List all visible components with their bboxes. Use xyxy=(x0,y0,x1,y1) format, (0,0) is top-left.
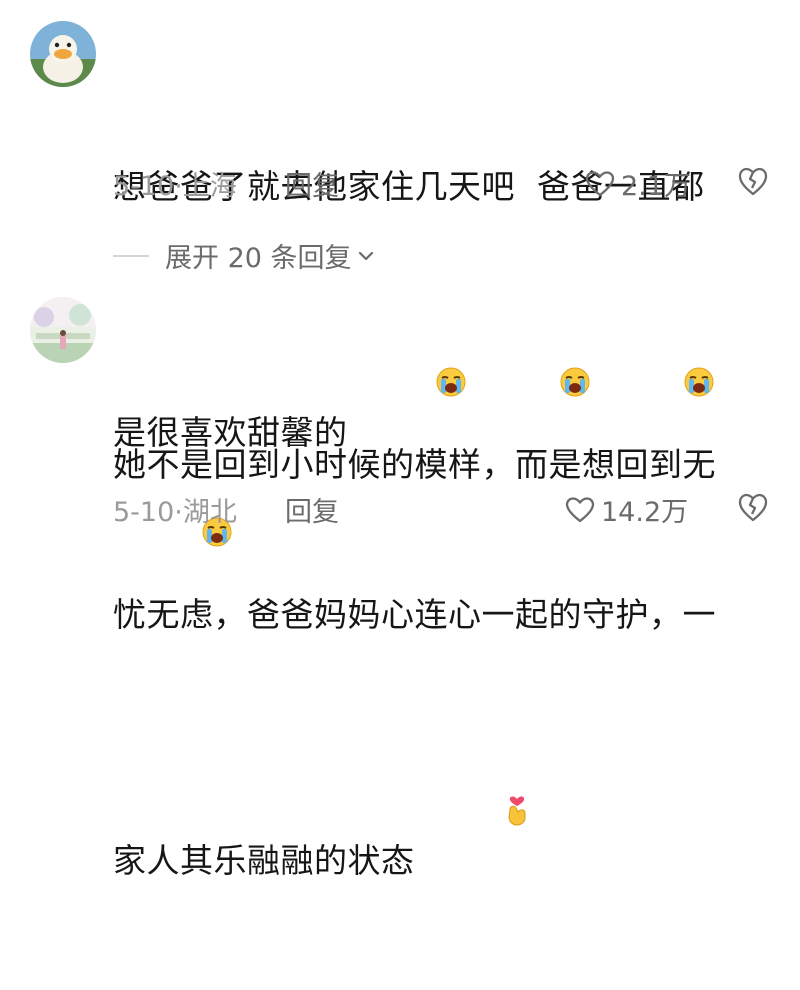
reply-button[interactable]: 回复 xyxy=(285,164,339,203)
comment-location: 湖北 xyxy=(182,497,237,528)
comment-text: 她不是回到小时候的模样，而是想回到无 忧无虑，爸爸妈妈心连心一起的守护，一 家人… xyxy=(113,340,773,990)
comment-item: 她不是回到小时候的模样，而是想回到无 忧无虑，爸爸妈妈心连心一起的守护，一 家人… xyxy=(0,290,800,880)
comment-meta: 5-10·上海 xyxy=(113,164,237,203)
like-count: 2.1万 xyxy=(621,171,691,202)
comment-text-fragment: 家人其乐融融的状态 xyxy=(113,841,415,880)
divider-line xyxy=(113,254,149,257)
dislike-button[interactable] xyxy=(737,166,769,198)
like-button[interactable]: 14.2万 xyxy=(565,490,688,529)
chevron-down-icon xyxy=(358,251,373,260)
like-count: 14.2万 xyxy=(601,497,689,528)
comment-item: 想爸爸了就去他家住几天吧 爸爸一直都 是很喜欢甜馨的 5-10·上海 回复 2.… xyxy=(0,0,800,547)
finger-heart-icon xyxy=(415,740,533,890)
comment-location: 上海 xyxy=(182,171,237,202)
broken-heart-icon xyxy=(738,493,768,522)
garden-avatar-image xyxy=(30,297,96,363)
comment-text-line: 她不是回到小时候的模样，而是想回到无 xyxy=(113,445,716,484)
broken-heart-icon xyxy=(738,167,768,196)
heart-icon xyxy=(585,170,615,196)
like-button[interactable]: 2.1万 xyxy=(585,164,691,203)
avatar[interactable] xyxy=(30,21,96,87)
comment-date: 5-10 xyxy=(113,171,175,202)
comment-meta: 5-10·湖北 xyxy=(113,490,237,529)
meta-separator: · xyxy=(174,171,183,202)
meta-separator: · xyxy=(174,497,183,528)
heart-icon xyxy=(565,496,595,522)
comment-text-line: 忧无虑，爸爸妈妈心连心一起的守护，一 xyxy=(113,595,716,634)
dislike-button[interactable] xyxy=(737,492,769,524)
avatar[interactable] xyxy=(30,297,96,363)
expand-replies-label: 展开 20 条回复 xyxy=(165,243,352,274)
reply-button[interactable]: 回复 xyxy=(285,490,339,529)
comment-text-line: 家人其乐融融的状态 xyxy=(113,740,773,890)
duck-avatar-image xyxy=(30,21,96,87)
expand-replies-button[interactable]: 展开 20 条回复 xyxy=(113,236,376,275)
comment-date: 5-10 xyxy=(113,497,175,528)
